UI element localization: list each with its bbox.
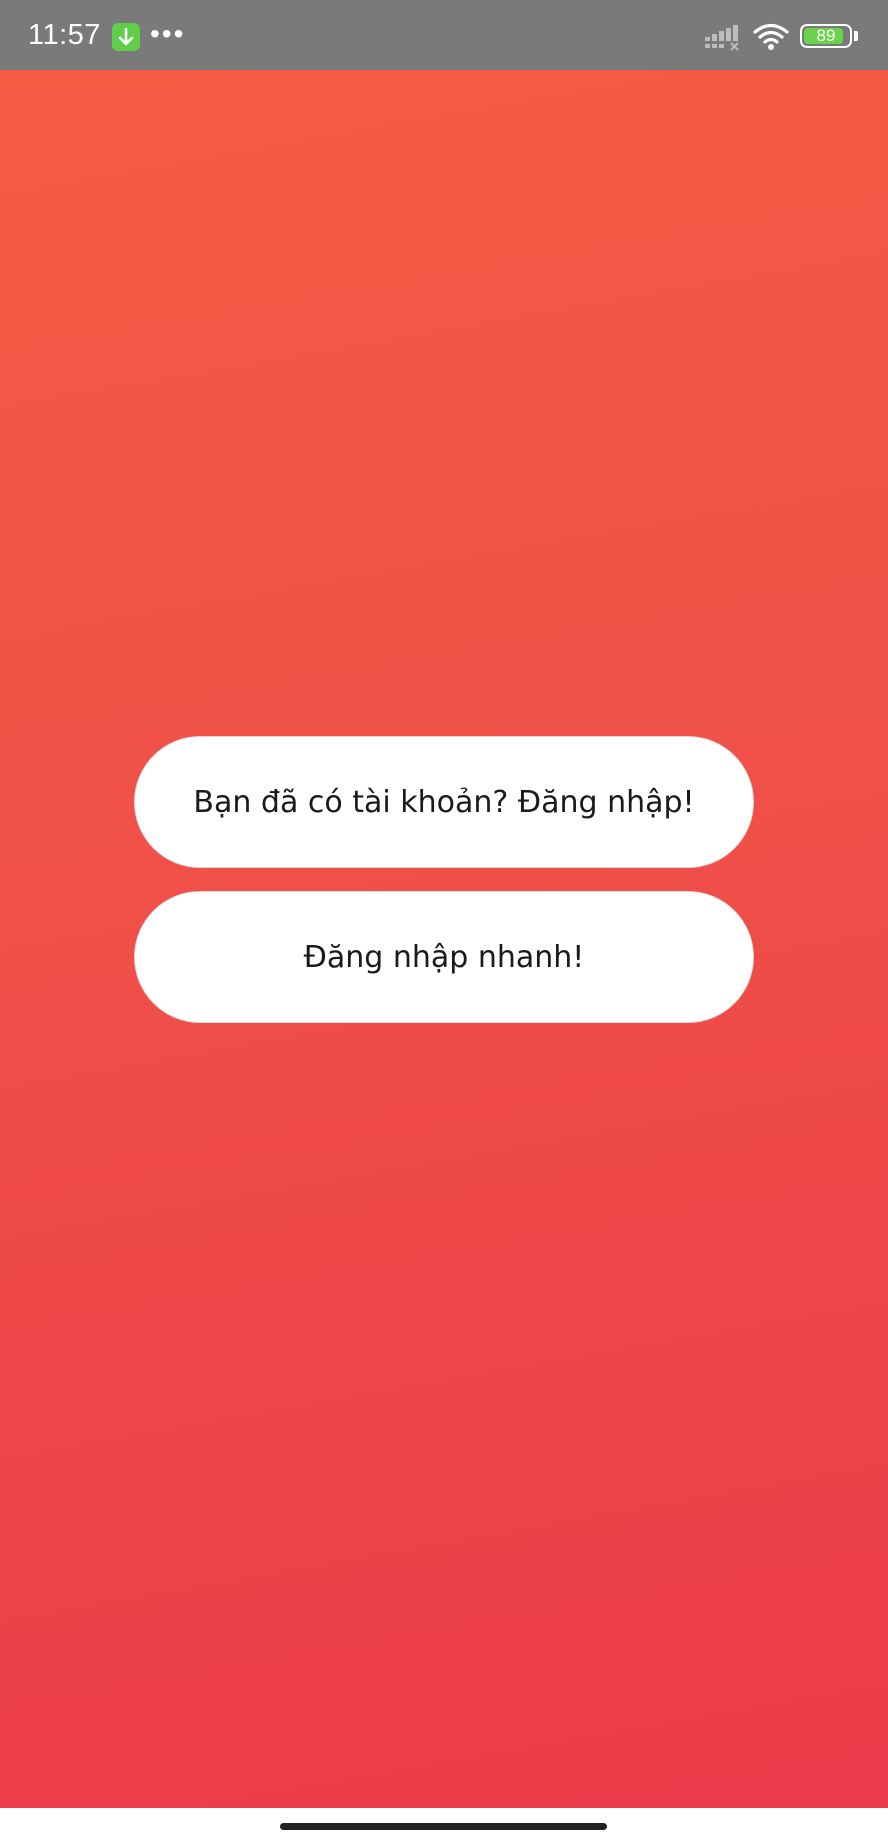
battery-icon: 89 — [800, 24, 852, 48]
battery-tip — [854, 31, 858, 41]
quick-login-button[interactable]: Đăng nhập nhanh! — [134, 891, 754, 1023]
quick-login-button-label: Đăng nhập nhanh! — [303, 939, 585, 975]
battery-level-text: 89 — [816, 26, 836, 45]
status-time: 11:57 — [28, 19, 101, 51]
app-screen: 11:57 ••• 89 Bạn đã có tài khoản? Đăng n… — [0, 0, 888, 1845]
status-bar: 11:57 ••• 89 — [0, 0, 888, 70]
login-button[interactable]: Bạn đã có tài khoản? Đăng nhập! — [134, 736, 754, 868]
home-indicator-area — [0, 1808, 888, 1845]
signal-icon — [704, 23, 742, 56]
download-app-icon — [112, 23, 140, 51]
home-indicator-bar[interactable] — [280, 1823, 607, 1830]
wifi-icon — [752, 22, 790, 57]
more-notifications-icon: ••• — [150, 18, 186, 49]
login-button-label: Bạn đã có tài khoản? Đăng nhập! — [193, 784, 695, 820]
